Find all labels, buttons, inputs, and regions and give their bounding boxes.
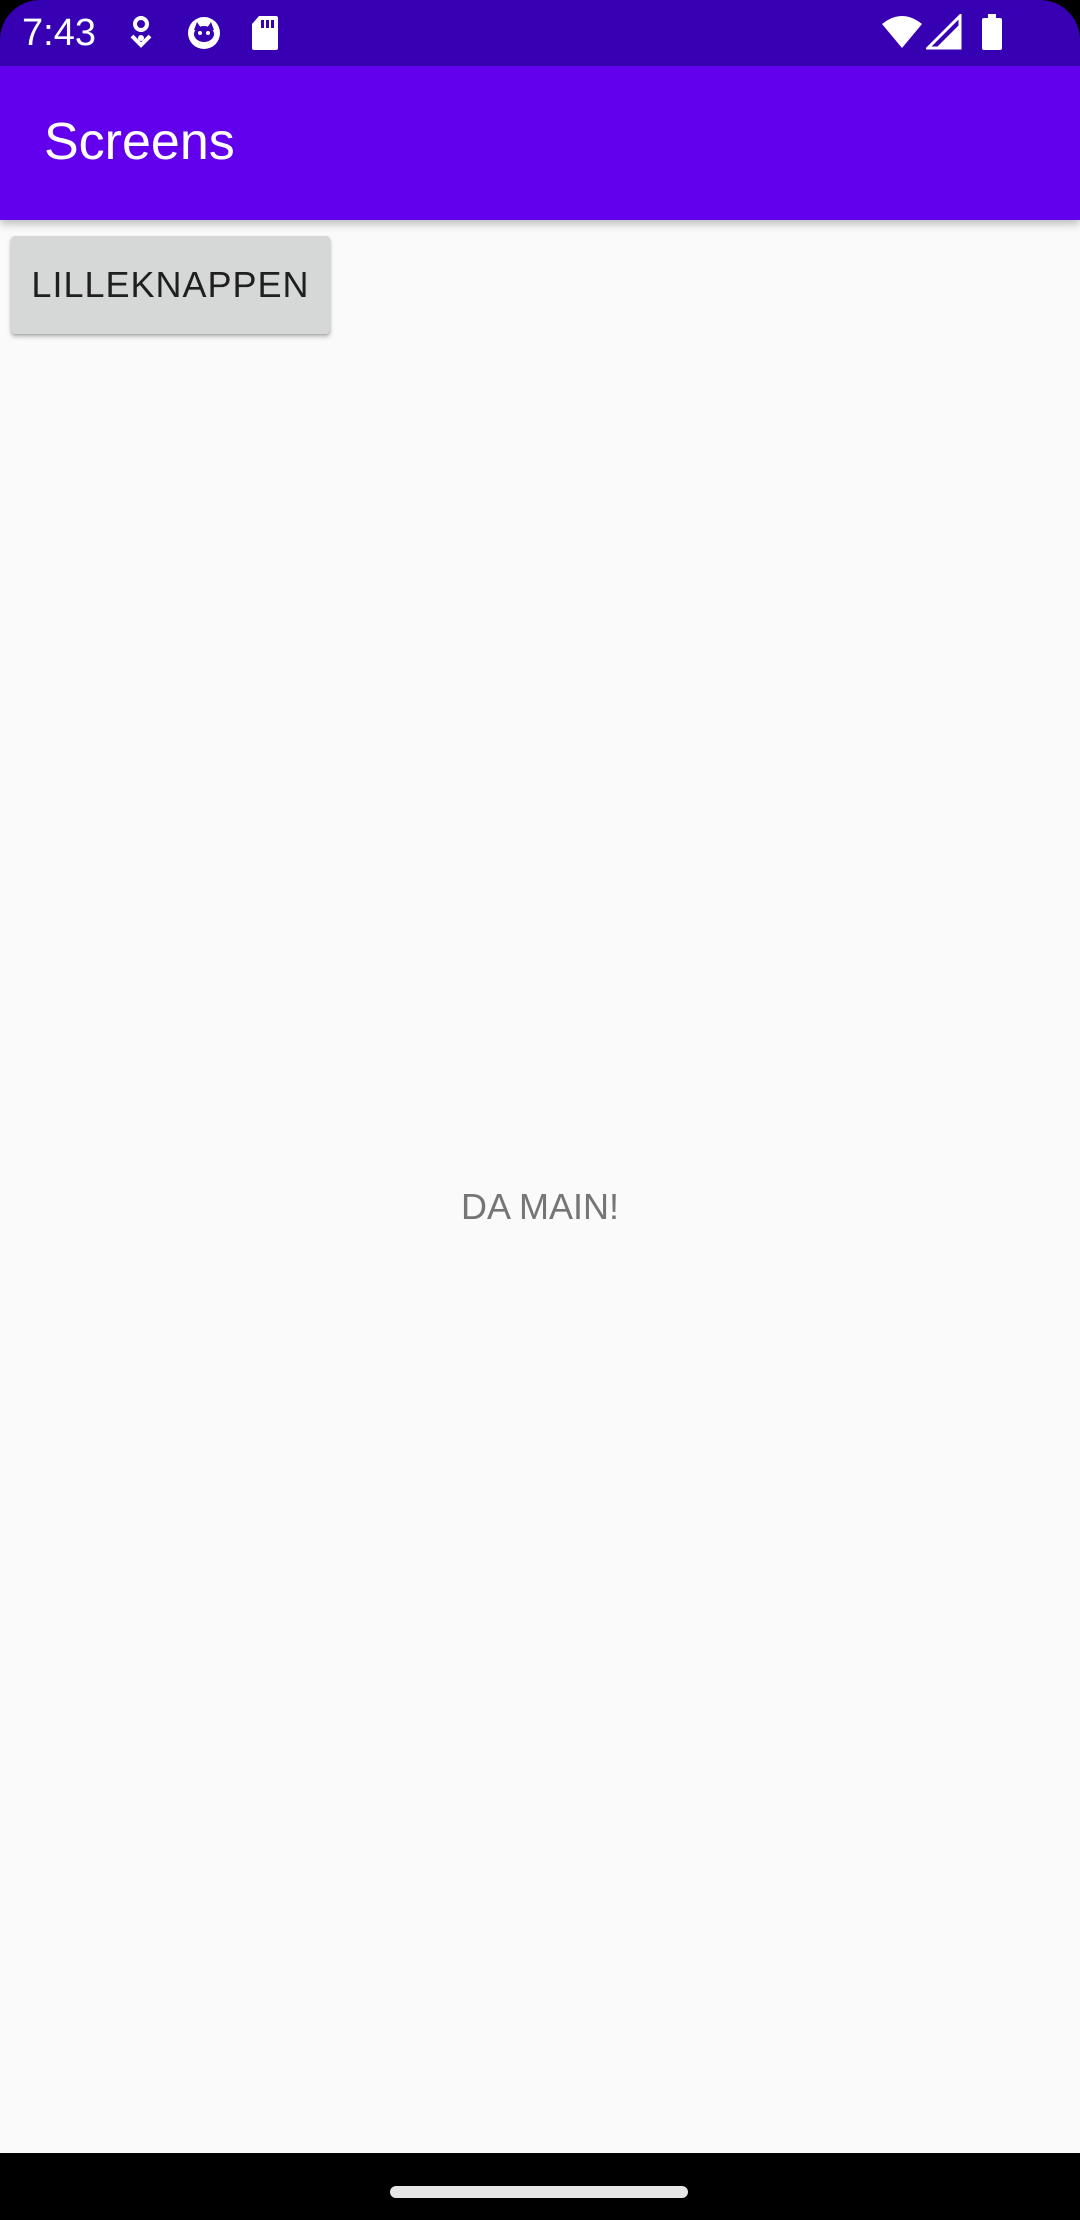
main-label: DA MAIN! <box>460 1186 620 1227</box>
lilleknappen-button[interactable]: LILLEKNAPPEN <box>11 236 330 334</box>
home-gesture-handle[interactable] <box>390 2186 688 2198</box>
sd-card-icon <box>250 14 280 52</box>
phone-screen: 7:43 Screens LILLEKNAPPEN DA MAIN! <box>0 0 1080 2220</box>
navigation-bar <box>0 2153 1080 2220</box>
app-title: Screens <box>44 113 235 171</box>
main-content: LILLEKNAPPEN DA MAIN! <box>0 220 1080 2153</box>
status-time: 7:43 <box>22 12 96 54</box>
cat-face-icon <box>186 14 222 52</box>
location-pin-icon <box>126 14 156 52</box>
wifi-icon <box>880 14 924 52</box>
battery-icon <box>980 14 1004 52</box>
cell-signal-icon <box>924 12 962 52</box>
status-bar: 7:43 <box>0 0 1080 66</box>
app-bar: Screens <box>0 66 1080 220</box>
